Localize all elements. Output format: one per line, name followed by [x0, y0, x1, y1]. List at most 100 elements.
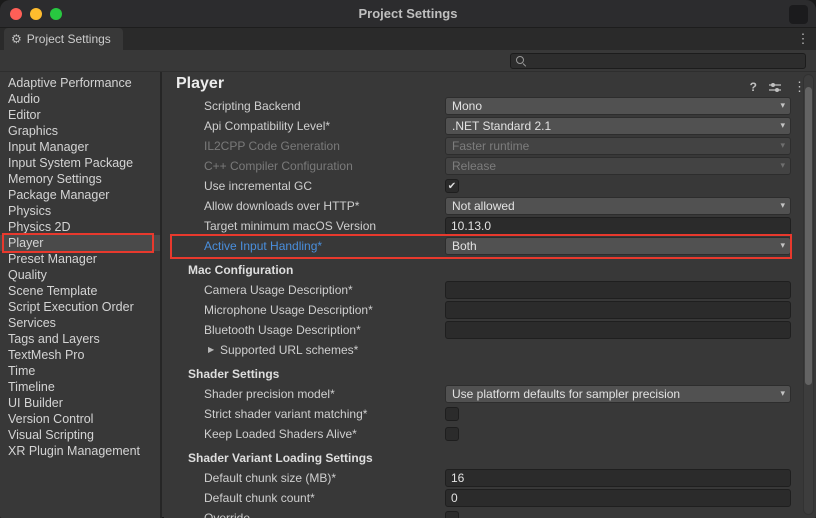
dropdown-il2cpp-code-generation: Faster runtime▾ [445, 137, 791, 155]
vertical-scrollbar[interactable] [803, 74, 814, 515]
sidebar-item-tags-and-layers[interactable]: Tags and Layers [0, 331, 160, 347]
dropdown-value: Both [452, 239, 477, 253]
dropdown-value: Mono [452, 99, 482, 113]
tab-label: Project Settings [27, 32, 111, 46]
chevron-down-icon: ▾ [780, 240, 785, 251]
settings-row-shader-precision-model: Shader precision model* Use platform defa… [164, 384, 800, 404]
sidebar-item-timeline[interactable]: Timeline [0, 379, 160, 395]
chevron-down-icon: ▾ [780, 140, 785, 151]
sidebar-item-player[interactable]: Player [0, 235, 160, 251]
sidebar-item-ui-builder[interactable]: UI Builder [0, 395, 160, 411]
sidebar: Adaptive PerformanceAudioEditorGraphicsI… [0, 72, 162, 518]
settings-row-override: Override [164, 508, 800, 518]
checkbox-use-incremental-gc[interactable]: ✔ [445, 179, 459, 193]
tab-project-settings[interactable]: ⚙ Project Settings [4, 28, 123, 50]
setting-label: Active Input Handling* [204, 236, 322, 256]
chevron-down-icon: ▾ [780, 388, 785, 399]
dropdown-value: Not allowed [452, 199, 515, 213]
foldout-arrow-icon[interactable]: ▶ [208, 340, 214, 360]
textfield-target-minimum-macos-version[interactable] [445, 217, 791, 235]
sidebar-item-visual-scripting[interactable]: Visual Scripting [0, 427, 160, 443]
sidebar-item-audio[interactable]: Audio [0, 91, 160, 107]
tab-strip: ⚙ Project Settings ⋮ [0, 28, 816, 50]
sidebar-item-time[interactable]: Time [0, 363, 160, 379]
sidebar-item-package-manager[interactable]: Package Manager [0, 187, 160, 203]
settings-row-allow-downloads-over-http: Allow downloads over HTTP* Not allowed▾ [164, 196, 800, 216]
setting-label: Target minimum macOS Version [204, 216, 376, 236]
dropdown-c-compiler-configuration: Release▾ [445, 157, 791, 175]
window-action-icon[interactable] [789, 5, 808, 24]
checkbox-strict-shader-variant-matching[interactable] [445, 407, 459, 421]
dropdown-shader-precision-model[interactable]: Use platform defaults for sampler precis… [445, 385, 791, 403]
textfield-default-chunk-count[interactable] [445, 489, 791, 507]
dropdown-allow-downloads-over-http[interactable]: Not allowed▾ [445, 197, 791, 215]
checkbox-override[interactable] [445, 511, 459, 518]
setting-label: Shader precision model* [204, 384, 335, 404]
settings-row-microphone-usage-description: Microphone Usage Description* [164, 300, 800, 320]
textfield-camera-usage-description[interactable] [445, 281, 791, 299]
zoom-window-button[interactable] [50, 8, 62, 20]
settings-row-default-chunk-size-mb: Default chunk size (MB)* [164, 468, 800, 488]
sidebar-item-services[interactable]: Services [0, 315, 160, 331]
dropdown-value: Release [452, 159, 496, 173]
sidebar-item-textmesh-pro[interactable]: TextMesh Pro [0, 347, 160, 363]
checkbox-keep-loaded-shaders-alive[interactable] [445, 427, 459, 441]
scrollbar-thumb[interactable] [805, 87, 812, 385]
sidebar-list: Adaptive PerformanceAudioEditorGraphicsI… [0, 75, 160, 459]
sidebar-item-quality[interactable]: Quality [0, 267, 160, 283]
settings-row-use-incremental-gc: Use incremental GC ✔ [164, 176, 800, 196]
gear-icon: ⚙ [11, 28, 22, 50]
sidebar-item-graphics[interactable]: Graphics [0, 123, 160, 139]
setting-label: Override [204, 508, 250, 518]
settings-row-scripting-backend: Scripting BackendMono▾ [164, 96, 800, 116]
toolbar [0, 50, 816, 72]
textfield-microphone-usage-description[interactable] [445, 301, 791, 319]
setting-label: Default chunk count* [204, 488, 315, 508]
dropdown-active-input-handling[interactable]: Both ▾ [445, 237, 791, 255]
setting-label: Use incremental GC [204, 176, 312, 196]
presets-icon[interactable] [768, 81, 782, 94]
setting-label: Camera Usage Description* [204, 280, 353, 300]
tab-strip-menu-icon[interactable]: ⋮ [795, 30, 811, 48]
sidebar-item-xr-plugin-management[interactable]: XR Plugin Management [0, 443, 160, 459]
settings-row-default-chunk-count: Default chunk count* [164, 488, 800, 508]
dropdown-scripting-backend[interactable]: Mono▾ [445, 97, 791, 115]
sidebar-item-version-control[interactable]: Version Control [0, 411, 160, 427]
sidebar-item-physics-2d[interactable]: Physics 2D [0, 219, 160, 235]
sidebar-item-physics[interactable]: Physics [0, 203, 160, 219]
textfield-bluetooth-usage-description[interactable] [445, 321, 791, 339]
textfield-default-chunk-size-mb[interactable] [445, 469, 791, 487]
chevron-down-icon: ▾ [780, 120, 785, 131]
search-icon [515, 55, 527, 67]
sidebar-item-memory-settings[interactable]: Memory Settings [0, 171, 160, 187]
settings-row-camera-usage-description: Camera Usage Description* [164, 280, 800, 300]
settings-row-c-compiler-configuration: C++ Compiler ConfigurationRelease▾ [164, 156, 800, 176]
search-box[interactable] [510, 53, 806, 69]
setting-label: Api Compatibility Level* [204, 116, 330, 136]
settings-row-bluetooth-usage-description: Bluetooth Usage Description* [164, 320, 800, 340]
help-icon[interactable]: ? [750, 80, 757, 94]
sidebar-item-input-manager[interactable]: Input Manager [0, 139, 160, 155]
settings-row-il2cpp-code-generation: IL2CPP Code Generation Faster runtime▾ [164, 136, 800, 156]
sidebar-item-scene-template[interactable]: Scene Template [0, 283, 160, 299]
sidebar-item-adaptive-performance[interactable]: Adaptive Performance [0, 75, 160, 91]
player-settings-panel: Player ? ⋮ Scripting BackendMono▾Api Com… [164, 72, 816, 518]
setting-label: IL2CPP Code Generation [204, 136, 340, 156]
sidebar-item-input-system-package[interactable]: Input System Package [0, 155, 160, 171]
settings-row-supported-url-schemes: ▶Supported URL schemes* [164, 340, 800, 360]
panel-header-icons: ? ⋮ [750, 79, 806, 95]
sidebar-item-preset-manager[interactable]: Preset Manager [0, 251, 160, 267]
project-settings-window: Project Settings ⚙ Project Settings ⋮ Ad… [0, 0, 816, 518]
search-input[interactable] [527, 54, 805, 68]
setting-label: Microphone Usage Description* [204, 300, 373, 320]
close-window-button[interactable] [10, 8, 22, 20]
sidebar-item-editor[interactable]: Editor [0, 107, 160, 123]
window-title: Project Settings [70, 0, 746, 28]
sidebar-item-script-execution-order[interactable]: Script Execution Order [0, 299, 160, 315]
settings-row-active-input-handling: Active Input Handling* Both ▾ [164, 236, 800, 256]
setting-label: Bluetooth Usage Description* [204, 320, 361, 340]
dropdown-value: .NET Standard 2.1 [452, 119, 551, 133]
minimize-window-button[interactable] [30, 8, 42, 20]
dropdown-api-compatibility-level[interactable]: .NET Standard 2.1 ▾ [445, 117, 791, 135]
setting-label: Allow downloads over HTTP* [204, 196, 359, 216]
